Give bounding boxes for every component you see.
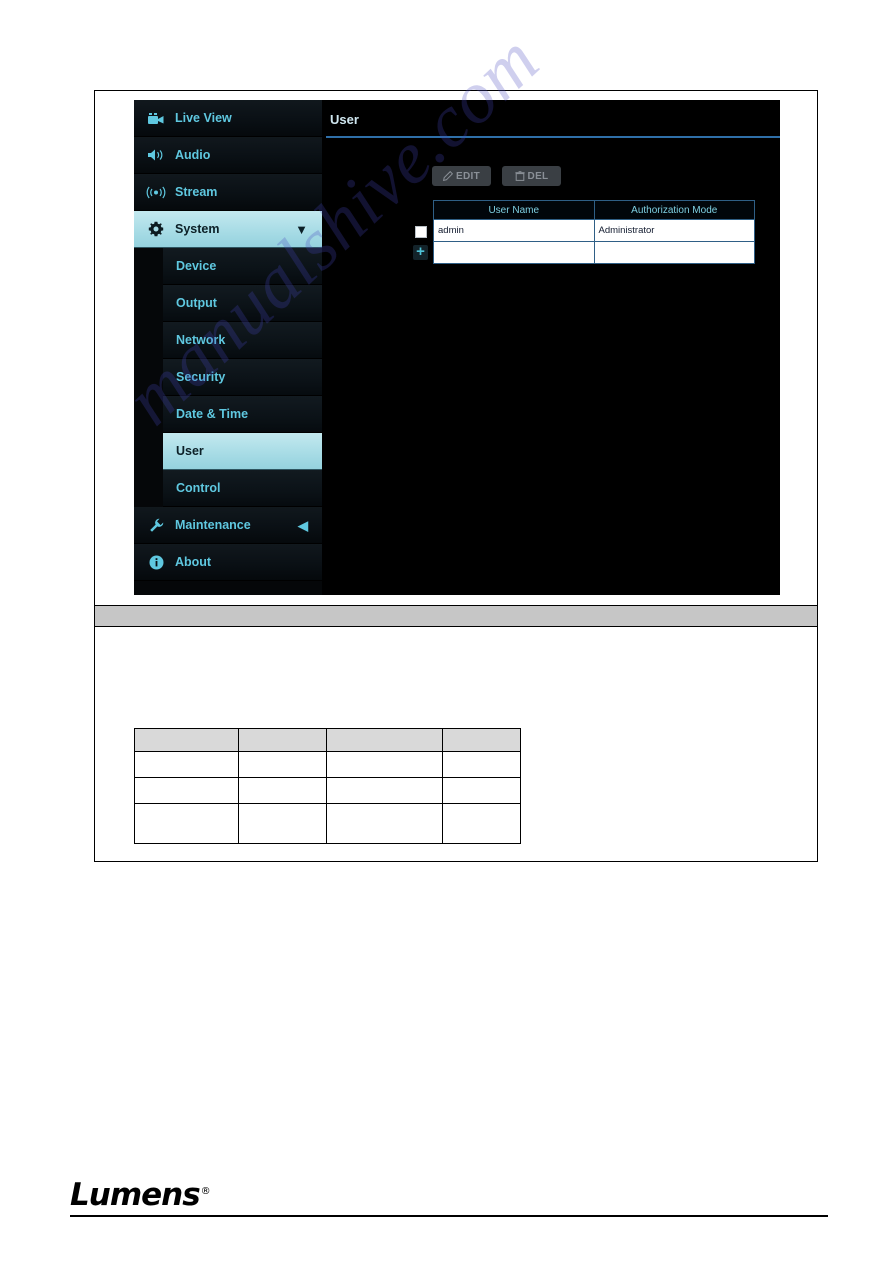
spec-cell: [238, 777, 327, 804]
table-header-row: User Name Authorization Mode: [433, 200, 755, 220]
row-selector-column: +: [408, 200, 433, 260]
spec-header-cell: [134, 728, 239, 752]
row-checkbox[interactable]: [414, 226, 427, 238]
trash-icon: [514, 171, 525, 181]
spec-cell: [442, 777, 521, 804]
sidebar-item-stream[interactable]: Stream: [134, 174, 322, 211]
sidebar-subitem-control[interactable]: Control: [163, 470, 322, 507]
spec-cell: [134, 803, 239, 844]
spec-table-row: [134, 777, 521, 804]
sidebar: Live View Audio Stream System ▼ Device O…: [134, 100, 322, 595]
action-button-row: EDIT DEL: [322, 166, 780, 186]
spec-cell: [134, 777, 239, 804]
user-table-wrap: + User Name Authorization Mode admin Adm…: [322, 200, 780, 264]
sidebar-item-label: Audio: [175, 148, 211, 162]
spec-cell: [238, 751, 327, 778]
spec-cell: [326, 803, 443, 844]
sidebar-subitem-network[interactable]: Network: [163, 322, 322, 359]
chevron-down-icon: ▼: [295, 221, 308, 237]
content-pane: User EDIT DEL + User Name Authorization …: [322, 100, 780, 595]
spec-header-cell: [442, 728, 521, 752]
sidebar-item-maintenance[interactable]: Maintenance ◀: [134, 507, 322, 544]
cell-user-name: [433, 241, 595, 264]
sidebar-item-label: About: [175, 555, 212, 569]
device-web-ui-screenshot: Live View Audio Stream System ▼ Device O…: [134, 100, 780, 595]
gear-icon: [146, 220, 166, 238]
wrench-icon: [146, 516, 166, 534]
sidebar-item-label: System: [175, 222, 220, 236]
sidebar-subitem-output[interactable]: Output: [163, 285, 322, 322]
delete-button-label: DEL: [527, 170, 549, 182]
spec-cell: [326, 777, 443, 804]
page-root: Live View Audio Stream System ▼ Device O…: [0, 0, 893, 1263]
spec-cell: [442, 751, 521, 778]
sidebar-subitem-label: Output: [176, 296, 217, 310]
sidebar-subitem-label: Control: [176, 481, 221, 495]
spec-cell: [442, 803, 521, 844]
sidebar-subitem-security[interactable]: Security: [163, 359, 322, 396]
spec-table-row: [134, 803, 521, 844]
sidebar-subitem-label: User: [176, 444, 204, 458]
section-caption-bar: [95, 605, 817, 627]
sidebar-subitem-label: Network: [176, 333, 226, 347]
sidebar-item-system[interactable]: System ▼: [134, 211, 322, 248]
column-header-authorization-mode: Authorization Mode: [593, 200, 755, 220]
sidebar-item-live-view[interactable]: Live View: [134, 100, 322, 137]
brand-name: Lumens: [70, 1177, 201, 1213]
sidebar-item-about[interactable]: About: [134, 544, 322, 581]
chevron-left-icon: ◀: [298, 517, 308, 533]
page-footer: Lumens®: [70, 1180, 828, 1217]
table-row[interactable]: admin Administrator: [433, 219, 755, 242]
footer-divider: [70, 1215, 828, 1217]
sidebar-item-label: Maintenance: [175, 518, 251, 532]
sidebar-subitem-user[interactable]: User: [163, 433, 322, 470]
sidebar-item-label: Stream: [175, 185, 218, 199]
cell-user-name: admin: [433, 219, 595, 242]
sidebar-subitem-date-time[interactable]: Date & Time: [163, 396, 322, 433]
speaker-icon: [146, 146, 166, 164]
sidebar-subitem-label: Date & Time: [176, 407, 249, 421]
page-title: User: [330, 112, 359, 127]
spec-header-cell: [326, 728, 443, 752]
pencil-icon: [443, 171, 453, 181]
user-table: User Name Authorization Mode admin Admin…: [433, 200, 755, 264]
registered-trademark-icon: ®: [200, 1185, 211, 1197]
title-divider: [326, 136, 780, 138]
spec-table-header-row: [134, 728, 521, 752]
sidebar-subitem-label: Device: [176, 259, 217, 273]
broadcast-icon: [146, 183, 166, 201]
edit-button-label: EDIT: [456, 170, 480, 182]
column-header-user-name: User Name: [433, 200, 595, 220]
edit-button[interactable]: EDIT: [432, 166, 491, 186]
specification-table: [134, 728, 521, 844]
spec-cell: [238, 803, 327, 844]
sidebar-subitem-device[interactable]: Device: [163, 248, 322, 285]
add-user-button[interactable]: +: [413, 244, 428, 260]
table-row[interactable]: [433, 241, 755, 264]
sidebar-item-audio[interactable]: Audio: [134, 137, 322, 174]
cell-authorization-mode: Administrator: [593, 219, 755, 242]
sidebar-subitem-label: Security: [176, 370, 226, 384]
sidebar-item-label: Live View: [175, 111, 232, 125]
delete-button[interactable]: DEL: [502, 166, 561, 186]
spec-cell: [134, 751, 239, 778]
brand-logo: Lumens®: [70, 1177, 211, 1213]
spec-header-cell: [238, 728, 327, 752]
cell-authorization-mode: [593, 241, 755, 264]
info-icon: [146, 553, 166, 571]
video-camera-icon: [146, 109, 166, 127]
spec-table-row: [134, 751, 521, 778]
spec-cell: [326, 751, 443, 778]
